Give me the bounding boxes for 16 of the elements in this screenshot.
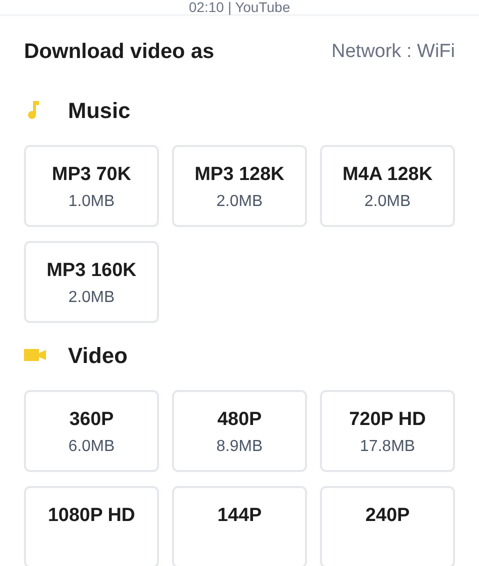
- dialog-title: Download video as: [24, 39, 214, 65]
- format-option-button[interactable]: M4A 128K 2.0MB: [320, 144, 455, 226]
- format-option-button[interactable]: 144P: [172, 486, 307, 566]
- video-camera-icon: [24, 348, 46, 362]
- network-status: Network : WiFi: [332, 40, 455, 64]
- format-option-button[interactable]: 360P 6.0MB: [24, 390, 159, 472]
- format-option-button[interactable]: 720P HD 17.8MB: [320, 390, 455, 472]
- format-option-button[interactable]: 1080P HD: [24, 486, 159, 566]
- format-option-button[interactable]: MP3 128K 2.0MB: [172, 144, 307, 226]
- video-subtitle: 02:10 | YouTube: [188, 0, 290, 14]
- section-heading: Music: [68, 96, 130, 124]
- format-option-button[interactable]: 240P: [320, 486, 455, 566]
- format-option-button[interactable]: 480P 8.9MB: [172, 390, 307, 472]
- format-option-button[interactable]: MP3 160K 2.0MB: [24, 240, 159, 322]
- section-heading: Video: [68, 342, 128, 370]
- format-option-button[interactable]: MP3 70K 1.0MB: [24, 144, 159, 226]
